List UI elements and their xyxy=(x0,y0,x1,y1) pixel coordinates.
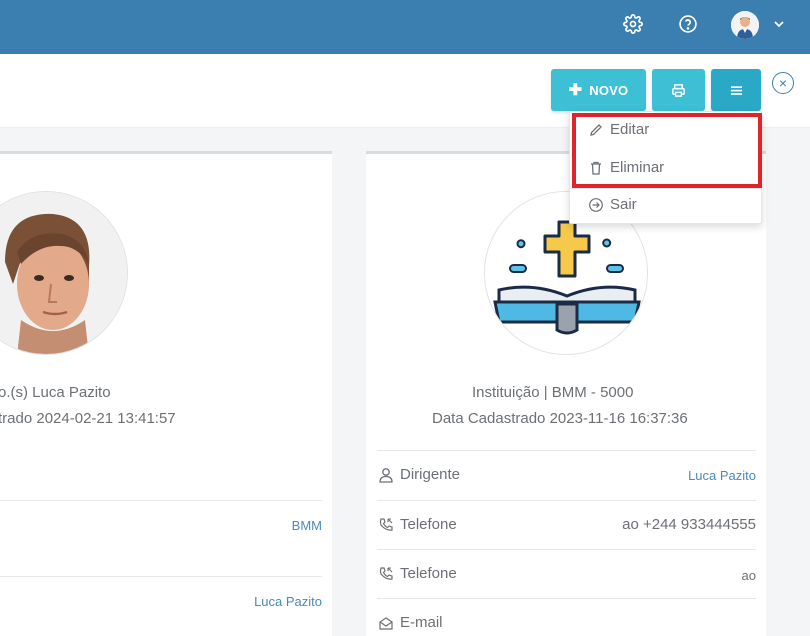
divider xyxy=(377,450,756,451)
user-avatar[interactable] xyxy=(731,11,759,39)
gear-icon[interactable] xyxy=(621,12,645,36)
mail-icon xyxy=(379,616,393,630)
close-circle-icon[interactable]: × xyxy=(772,72,794,94)
new-button-label: NOVO xyxy=(589,82,629,98)
top-navbar xyxy=(0,0,810,54)
row-value: ao +244 933444555 xyxy=(622,516,756,533)
row-value[interactable]: Luca Pazito xyxy=(254,594,322,609)
chevron-down-icon[interactable] xyxy=(772,17,786,31)
phone-icon xyxy=(379,517,393,531)
divider xyxy=(377,549,756,550)
divider xyxy=(0,576,322,577)
plus-icon: ✚ xyxy=(568,82,583,99)
phone-icon xyxy=(379,566,393,580)
exit-icon xyxy=(589,197,603,212)
new-button[interactable]: ✚ NOVO xyxy=(551,69,646,111)
person-photo xyxy=(0,191,128,355)
card-title: o.(s) Luca Pazito xyxy=(0,384,111,401)
row-label-telefone: Telefone xyxy=(378,565,457,582)
divider xyxy=(0,500,322,501)
row-value: ao xyxy=(741,568,756,583)
row-label-telefone: Telefone xyxy=(378,516,457,533)
hamburger-icon xyxy=(730,85,742,95)
help-icon[interactable] xyxy=(676,12,700,36)
card-title: Instituição | BMM - 5000 xyxy=(472,384,634,401)
row-value[interactable]: Luca Pazito xyxy=(688,468,756,483)
row-label-dirigente: Dirigente xyxy=(378,466,460,483)
divider xyxy=(377,598,756,599)
row-value[interactable]: BMM xyxy=(292,518,322,533)
user-icon xyxy=(379,467,393,483)
card-subtitle: Data Cadastrado 2023-11-16 16:37:36 xyxy=(432,410,688,427)
menu-button[interactable] xyxy=(711,69,761,111)
dropdown-divider xyxy=(570,188,761,189)
highlight-box xyxy=(572,113,762,188)
divider xyxy=(377,500,756,501)
profile-card-person: o.(s) Luca Pazito trado 2024-02-21 13:41… xyxy=(0,151,332,636)
row-label-email: E-mail xyxy=(378,614,443,631)
print-button[interactable] xyxy=(652,69,705,111)
printer-icon xyxy=(672,83,685,97)
menu-item-sair[interactable]: Sair xyxy=(588,196,637,213)
card-subtitle: trado 2024-02-21 13:41:57 xyxy=(0,410,176,427)
